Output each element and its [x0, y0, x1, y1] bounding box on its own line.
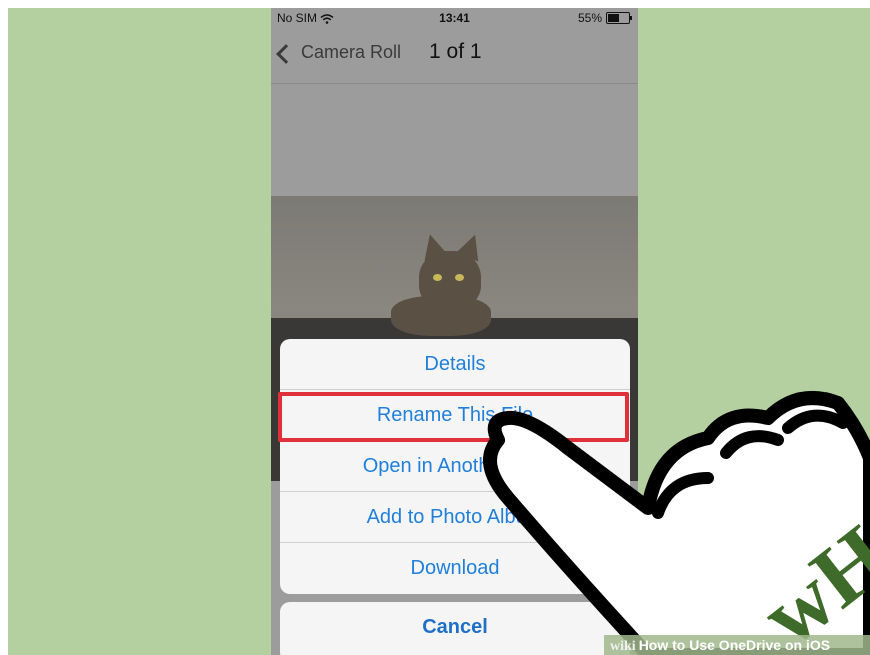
watermark-caption: wiki How to Use OneDrive on iOS: [604, 635, 870, 655]
watermark-title: How to Use OneDrive on iOS: [638, 637, 831, 653]
pointing-hand-icon: [483, 391, 870, 655]
watermark-site: wiki: [610, 639, 636, 654]
illustration-frame: No SIM 13:41 55% Camera Roll 1 of 1 Deta…: [8, 8, 870, 655]
